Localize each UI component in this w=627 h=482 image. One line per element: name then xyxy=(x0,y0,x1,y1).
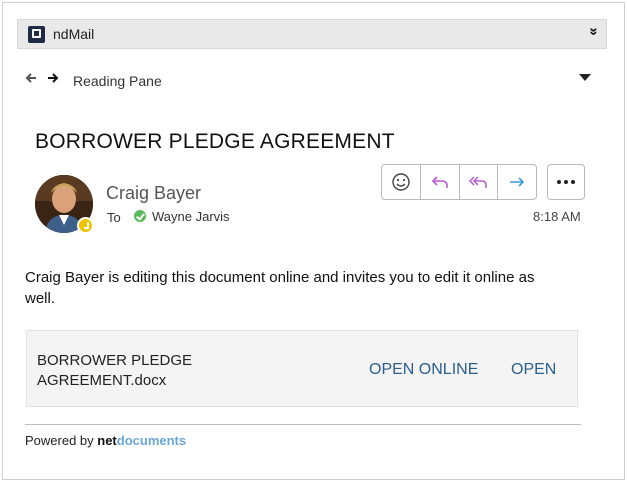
react-button[interactable] xyxy=(382,165,420,199)
to-label: To xyxy=(107,210,121,225)
online-status-icon xyxy=(134,210,146,222)
app-name: ndMail xyxy=(53,26,95,42)
sender-name[interactable]: Craig Bayer xyxy=(106,183,201,204)
open-link[interactable]: OPEN xyxy=(511,361,556,379)
brand-net: net xyxy=(97,433,117,448)
footer-divider xyxy=(25,424,581,425)
attachment-file-name: BORROWER PLEDGE AGREEMENT.docx xyxy=(37,352,193,389)
reply-icon xyxy=(431,176,448,188)
message-actions xyxy=(381,164,537,200)
ellipsis-icon xyxy=(557,180,575,184)
collapse-icon[interactable]: » xyxy=(585,27,602,35)
email-body: Craig Bayer is editing this document onl… xyxy=(25,269,535,307)
more-actions-button[interactable] xyxy=(547,164,585,200)
reply-all-button[interactable] xyxy=(458,165,498,199)
chevron-down-icon[interactable] xyxy=(579,74,591,81)
reading-pane-label: Reading Pane xyxy=(73,73,162,89)
attachment-card: BORROWER PLEDGE AGREEMENT.docx OPEN ONLI… xyxy=(26,330,578,407)
nd-logo-icon xyxy=(28,26,45,43)
powered-by-label: Powered by xyxy=(25,433,98,448)
mail-window: ndMail » Reading Pane BORROWER PLEDGE AG… xyxy=(2,2,625,480)
reply-all-icon xyxy=(469,176,488,188)
email-subject: BORROWER PLEDGE AGREEMENT xyxy=(35,130,395,153)
received-time: 8:18 AM xyxy=(533,209,581,224)
open-online-link[interactable]: OPEN ONLINE xyxy=(369,361,478,379)
forward-button[interactable] xyxy=(497,165,536,199)
away-status-icon xyxy=(77,217,94,234)
brand-documents: documents xyxy=(116,433,187,448)
powered-by-footer: Powered by netdocuments xyxy=(25,433,186,448)
app-title-bar: ndMail » xyxy=(17,19,607,49)
reply-button[interactable] xyxy=(419,165,459,199)
forward-arrow-icon[interactable] xyxy=(47,72,59,88)
back-arrow-icon[interactable] xyxy=(25,72,37,88)
forward-icon xyxy=(510,177,525,187)
recipient-name[interactable]: Wayne Jarvis xyxy=(152,209,230,224)
smiley-icon xyxy=(392,173,410,191)
